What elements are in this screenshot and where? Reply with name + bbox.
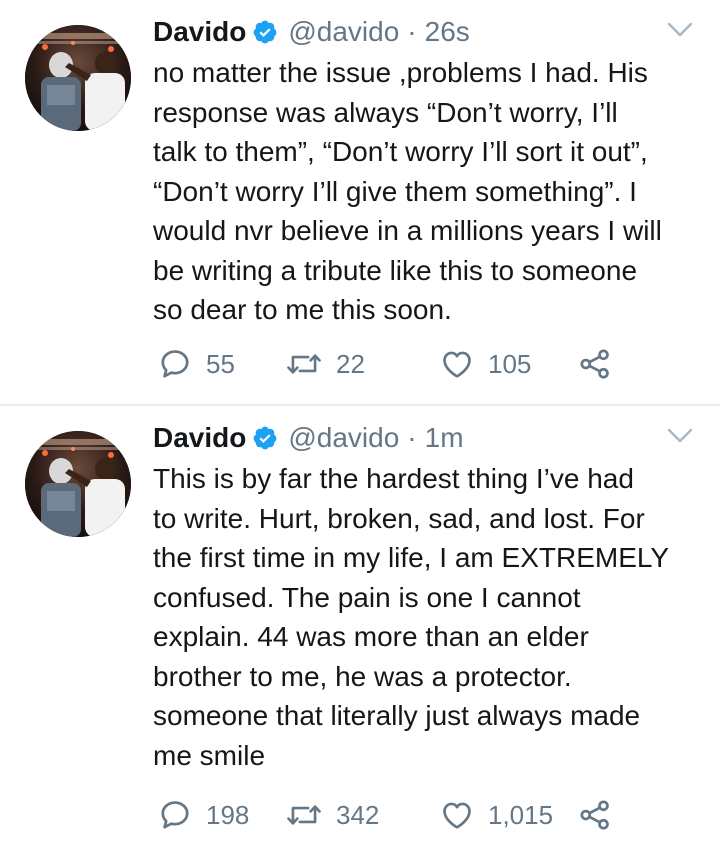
retweet-count: 22 [336,348,365,379]
reply-button[interactable]: 55 [158,344,235,384]
heart-icon [443,802,471,829]
author-handle[interactable]: @davido [288,422,399,454]
tweet-header: Davido @davido · 26s [153,10,470,54]
tweet-text-line: response was always “Don’t worry, I’ll [153,96,618,128]
tweet[interactable]: Davido @davido · 1m This is by far the h… [0,406,720,845]
share-button[interactable] [578,795,612,835]
tweet-text-line: no matter the issue ,problems I had. His [153,57,648,88]
tweet-timestamp[interactable]: 1m [425,422,464,454]
reply-icon [161,801,189,829]
like-button[interactable]: 105 [440,344,531,384]
retweet-count: 342 [336,799,380,830]
tweet-actions: 198 342 1,015 [158,795,638,835]
tweet-text-line: to write. Hurt, broken, sad, and lost. F… [153,502,645,534]
avatar-photo [25,431,131,537]
tweet-text-line: would nvr believe in a millions years I … [153,215,662,246]
tweet-header: Davido @davido · 1m [153,416,464,460]
author-name[interactable]: Davido [153,16,246,48]
tweet-text-line: brother to me, he was a protector. [153,660,572,692]
verified-badge-icon [253,426,277,450]
tweet[interactable]: Davido @davido · 26s no matter the issue… [0,0,720,404]
tweet-text-line: me smile [153,739,266,771]
like-count: 1,015 [488,799,554,830]
avatar[interactable] [25,25,131,131]
author-handle[interactable]: @davido [288,16,399,48]
verified-badge-icon [253,20,277,44]
retweet-button[interactable]: 342 [286,795,379,835]
retweet-icon [287,354,321,374]
tweet-actions: 55 22 105 [158,344,638,384]
tweet-text-line: the first time in my life, I am EXTREMEL… [153,542,670,573]
reply-count: 55 [206,348,235,379]
tweet-text-line: someone that literally just always made [153,700,641,731]
heart-icon [443,351,471,378]
chevron-down-icon[interactable] [666,20,694,40]
retweet-button[interactable]: 22 [286,344,365,384]
reply-icon [161,350,189,378]
avatar[interactable] [25,431,131,537]
share-icon [580,349,609,379]
tweet-text: no matter the issue ,problems I had. His… [153,53,713,330]
like-count: 105 [488,348,532,379]
chevron-down-icon[interactable] [666,426,694,446]
tweet-text: This is by far the hardest thing I’ve ha… [153,459,713,775]
reply-count: 198 [206,799,250,830]
tweet-text-line: so dear to me this soon. [153,294,452,325]
retweet-icon [287,805,321,825]
tweet-text-line: confused. The pain is one I cannot [153,581,581,613]
tweet-text-line: talk to them”, “Don’t worry I’ll sort it… [153,136,648,167]
tweet-text-line: This is by far the hardest thing I’ve ha… [153,463,634,494]
share-button[interactable] [578,344,612,384]
author-name[interactable]: Davido [153,422,246,454]
tweet-text-line: be writing a tribute like this to someon… [153,254,638,286]
tweet-timestamp[interactable]: 26s [425,16,470,48]
tweet-text-line: explain. 44 was more than an elder [153,621,589,652]
like-button[interactable]: 1,015 [440,795,553,835]
separator-dot: · [407,16,417,47]
tweet-text-line: “Don’t worry I’ll give them something”. … [153,175,637,207]
reply-button[interactable]: 198 [158,795,249,835]
separator-dot: · [407,422,417,453]
share-icon [580,800,609,830]
avatar-photo [25,25,131,131]
